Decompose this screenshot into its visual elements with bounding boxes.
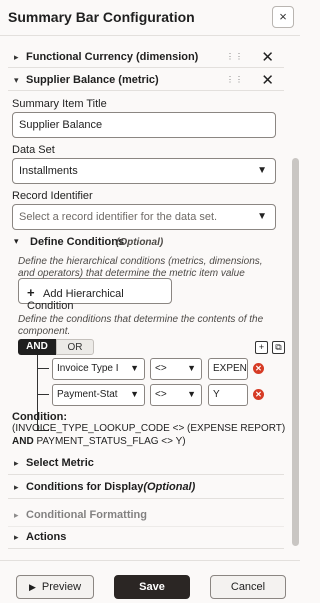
define-conditions-label: Define Conditions: [30, 236, 125, 248]
summary-item-title-label: Summary Item Title: [12, 98, 107, 110]
component-help-text: Define the conditions that determine the…: [18, 314, 264, 337]
item-functional-currency[interactable]: ▸ Functional Currency (dimension) ⋮⋮ ✕: [8, 46, 284, 68]
panel-header: Summary Bar Configuration ×: [0, 0, 300, 36]
data-set-value: Installments: [19, 165, 78, 177]
condition-value-input[interactable]: EXPEN: [208, 358, 248, 380]
condition-field-select[interactable]: Payment-Stat ▼: [52, 384, 145, 406]
optional-label: (Optional): [116, 237, 164, 248]
define-conditions-header[interactable]: ▾ Define Conditions (Optional): [12, 236, 282, 250]
drag-handle-icon[interactable]: ⋮⋮: [226, 75, 244, 84]
condition-operator-value: <>: [155, 389, 167, 400]
condition-summary-line2: AND PAYMENT_STATUS_FLAG <> Y): [12, 435, 288, 448]
error-icon: ✕: [253, 363, 264, 374]
caret-down-icon: ▼: [130, 389, 139, 399]
condition-field-select[interactable]: Invoice Type I ▼: [52, 358, 145, 380]
add-hierarchical-condition-button[interactable]: + Add Hierarchical Condition: [18, 278, 172, 312]
drag-handle-icon[interactable]: ⋮⋮: [226, 52, 244, 61]
tree-connector: [37, 394, 49, 395]
play-icon: ▶: [28, 582, 36, 592]
chevron-right-icon[interactable]: ▸: [14, 458, 19, 469]
chevron-right-icon[interactable]: ▸: [14, 532, 19, 543]
data-set-label: Data Set: [12, 144, 55, 156]
section-label: Select Metric: [26, 457, 94, 469]
section-actions[interactable]: ▸ Actions: [8, 525, 284, 549]
condition-value: EXPEN: [213, 363, 247, 374]
remove-item-icon[interactable]: ✕: [261, 71, 274, 89]
scrollbar[interactable]: [292, 40, 299, 546]
chevron-right-icon[interactable]: ▸: [14, 482, 19, 493]
preview-label: Preview: [41, 581, 82, 593]
chevron-down-icon[interactable]: ▾: [14, 236, 19, 247]
condition-operator-value: <>: [155, 363, 167, 374]
cancel-button[interactable]: Cancel: [210, 575, 286, 599]
panel-footer: ▶ Preview Save Cancel: [0, 560, 300, 603]
error-icon: ✕: [253, 389, 264, 400]
caret-down-icon: ▼: [130, 363, 139, 373]
item-supplier-balance[interactable]: ▾ Supplier Balance (metric) ⋮⋮ ✕: [8, 69, 284, 91]
caret-down-icon: ▼: [257, 165, 267, 176]
section-conditional-formatting[interactable]: ▸ Conditional Formatting: [8, 503, 284, 527]
condition-summary-text: (INVOICE_TYPE_LOOKUP_CODE <> (EXPENSE RE…: [12, 422, 288, 448]
record-identifier-select[interactable]: Select a record identifier for the data …: [12, 204, 276, 230]
condition-operator-select[interactable]: <> ▼: [150, 358, 202, 380]
condition-field-value: Invoice Type I: [57, 363, 119, 374]
chevron-down-icon[interactable]: ▾: [14, 75, 19, 86]
or-toggle[interactable]: OR: [56, 339, 94, 355]
section-label-text: Conditions for Display: [26, 481, 144, 493]
caret-down-icon: ▼: [187, 363, 196, 373]
condition-field-value: Payment-Stat: [57, 389, 118, 400]
condition-and-keyword: AND: [12, 436, 34, 447]
optional-label: (Optional): [143, 481, 196, 493]
summary-bar-config-panel: Summary Bar Configuration × ▸ Functional…: [0, 0, 300, 603]
tree-connector: [37, 368, 49, 369]
section-label: Actions: [26, 531, 67, 543]
remove-item-icon[interactable]: ✕: [261, 48, 274, 66]
chevron-right-icon[interactable]: ▸: [14, 52, 19, 63]
save-button[interactable]: Save: [114, 575, 190, 599]
section-label: Conditional Formatting: [26, 509, 147, 521]
record-identifier-label: Record Identifier: [12, 190, 93, 202]
summary-item-title-input[interactable]: Supplier Balance: [12, 112, 276, 138]
condition-summary-line2-text: PAYMENT_STATUS_FLAG <> Y): [33, 436, 186, 447]
caret-down-icon: ▼: [187, 389, 196, 399]
preview-button[interactable]: ▶ Preview: [16, 575, 94, 599]
panel-content[interactable]: ▸ Functional Currency (dimension) ⋮⋮ ✕ ▾…: [0, 37, 300, 551]
condition-operator-select[interactable]: <> ▼: [150, 384, 202, 406]
caret-down-icon: ▼: [257, 211, 267, 222]
summary-item-title-value: Supplier Balance: [19, 119, 103, 131]
item-label: Supplier Balance (metric): [26, 74, 159, 86]
item-label: Functional Currency (dimension): [26, 51, 199, 63]
section-conditions-for-display[interactable]: ▸ Conditions for Display(Optional): [8, 475, 284, 499]
condition-value: Y: [213, 389, 220, 400]
section-select-metric[interactable]: ▸ Select Metric: [8, 451, 284, 475]
section-label: Conditions for Display(Optional): [26, 481, 195, 493]
data-set-select[interactable]: Installments ▼: [12, 158, 276, 184]
plus-icon: +: [27, 285, 35, 300]
add-condition-icon[interactable]: +: [255, 341, 268, 354]
chevron-right-icon[interactable]: ▸: [14, 510, 19, 521]
hierarchical-help-text: Define the hierarchical conditions (metr…: [18, 256, 263, 279]
and-toggle[interactable]: AND: [18, 339, 56, 355]
scrollbar-thumb[interactable]: [292, 158, 299, 546]
add-hierarchical-condition-label: Add Hierarchical Condition: [27, 288, 124, 312]
copy-group-icon[interactable]: ⧉: [272, 341, 285, 354]
condition-summary-line1: (INVOICE_TYPE_LOOKUP_CODE <> (EXPENSE RE…: [12, 423, 286, 434]
close-button[interactable]: ×: [272, 6, 294, 28]
condition-value-input[interactable]: Y: [208, 384, 248, 406]
record-identifier-placeholder: Select a record identifier for the data …: [19, 211, 218, 223]
panel-title: Summary Bar Configuration: [8, 9, 195, 25]
